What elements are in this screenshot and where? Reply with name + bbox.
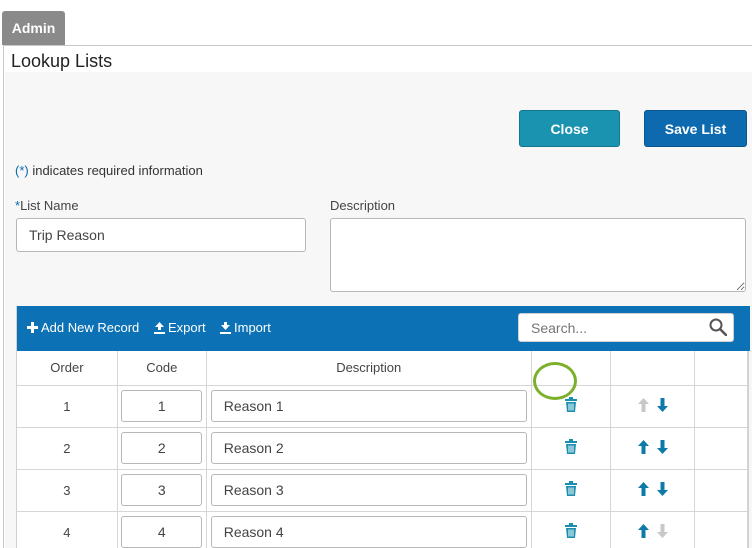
list-name-label: *List Name: [15, 198, 79, 213]
grid-toolbar: Add New Record Export Import: [17, 306, 750, 351]
arrow-down-icon: [656, 523, 668, 538]
move-cell: [610, 385, 696, 428]
order-cell: 1: [17, 385, 118, 428]
import-button[interactable]: Import: [220, 320, 271, 335]
code-cell: [117, 427, 207, 470]
import-label: Import: [234, 320, 271, 335]
description-header: Description: [206, 351, 532, 386]
admin-tab[interactable]: Admin: [2, 11, 65, 45]
order-cell: 4: [17, 511, 118, 548]
trash-icon: [564, 439, 577, 454]
add-new-record-button[interactable]: Add New Record: [27, 320, 139, 335]
spacer-cell: [694, 469, 748, 512]
description-input[interactable]: [210, 474, 527, 506]
code-header: Code: [117, 351, 207, 386]
code-input[interactable]: [121, 516, 203, 548]
order-cell: 3: [17, 469, 118, 512]
code-input[interactable]: [121, 474, 203, 506]
delete-button[interactable]: [564, 397, 577, 415]
description-textarea[interactable]: [330, 218, 746, 292]
export-label: Export: [168, 320, 206, 335]
arrow-up-icon[interactable]: [637, 481, 649, 496]
move-cell: [610, 469, 696, 512]
description-cell: [206, 385, 532, 428]
description-input[interactable]: [210, 432, 527, 464]
records-table: Order Code Description 1 1 Reason 1 2 2 …: [17, 351, 748, 548]
plus-icon: [27, 322, 38, 333]
arrow-down-icon[interactable]: [656, 481, 668, 496]
code-input[interactable]: [121, 432, 203, 464]
order-header: Order: [17, 351, 118, 386]
delete-cell: [531, 427, 612, 470]
add-new-record-label: Add New Record: [41, 320, 140, 335]
order-cell: 2: [17, 427, 118, 470]
description-input[interactable]: [210, 516, 527, 548]
download-icon: [220, 321, 231, 334]
trash-icon: [564, 481, 577, 496]
table-header-row: Order Code Description: [17, 351, 748, 386]
arrow-down-icon[interactable]: [656, 439, 668, 454]
spacer-cell: [694, 511, 748, 548]
upload-icon: [154, 321, 165, 334]
trash-icon: [564, 523, 577, 538]
arrow-up-icon[interactable]: [637, 523, 649, 538]
panel-body: Close Save List (*) indicates required i…: [5, 72, 752, 548]
spacer-cell: [694, 427, 748, 470]
code-cell: [117, 469, 207, 512]
required-star: (*): [15, 163, 29, 178]
search-input[interactable]: [518, 313, 734, 342]
table-row: 4: [17, 511, 748, 548]
delete-button[interactable]: [564, 481, 577, 499]
required-note-text: indicates required information: [28, 163, 203, 178]
arrow-up-icon[interactable]: [637, 439, 649, 454]
description-label: Description: [330, 198, 396, 213]
delete-cell: [531, 511, 612, 548]
list-name-input[interactable]: [16, 218, 306, 252]
list-name-label-text: List Name: [20, 198, 79, 213]
table-row: 2: [17, 427, 748, 470]
arrow-up-icon: [637, 397, 649, 412]
delete-header: [531, 351, 612, 386]
close-button[interactable]: Close: [519, 110, 620, 147]
description-cell: [206, 511, 532, 548]
description-cell: [206, 427, 532, 470]
records-grid: Add New Record Export Import Search... O…: [16, 306, 750, 548]
required-info-note: (*) indicates required information: [15, 163, 203, 178]
move-cell: [610, 427, 696, 470]
search-icon[interactable]: [709, 318, 727, 336]
trash-icon: [564, 397, 577, 412]
delete-cell: [531, 469, 612, 512]
code-cell: [117, 511, 207, 548]
move-header: [610, 351, 696, 386]
code-cell: [117, 385, 207, 428]
move-cell: [610, 511, 696, 548]
delete-cell: [531, 385, 612, 428]
table-row: 3: [17, 469, 748, 512]
description-cell: [206, 469, 532, 512]
delete-button[interactable]: [564, 439, 577, 457]
code-input[interactable]: [121, 390, 203, 422]
save-list-button[interactable]: Save List: [644, 110, 747, 147]
arrow-down-icon[interactable]: [656, 397, 668, 412]
table-row: 1: [17, 385, 748, 428]
page-title: Lookup Lists: [11, 51, 113, 71]
export-button[interactable]: Export: [154, 320, 206, 335]
description-input[interactable]: [210, 390, 527, 422]
spacer-cell: [694, 385, 748, 428]
lookup-lists-panel: Lookup Lists Close Save List (*) indicat…: [3, 45, 752, 548]
delete-button[interactable]: [564, 523, 577, 541]
spacer-header: [694, 351, 748, 386]
